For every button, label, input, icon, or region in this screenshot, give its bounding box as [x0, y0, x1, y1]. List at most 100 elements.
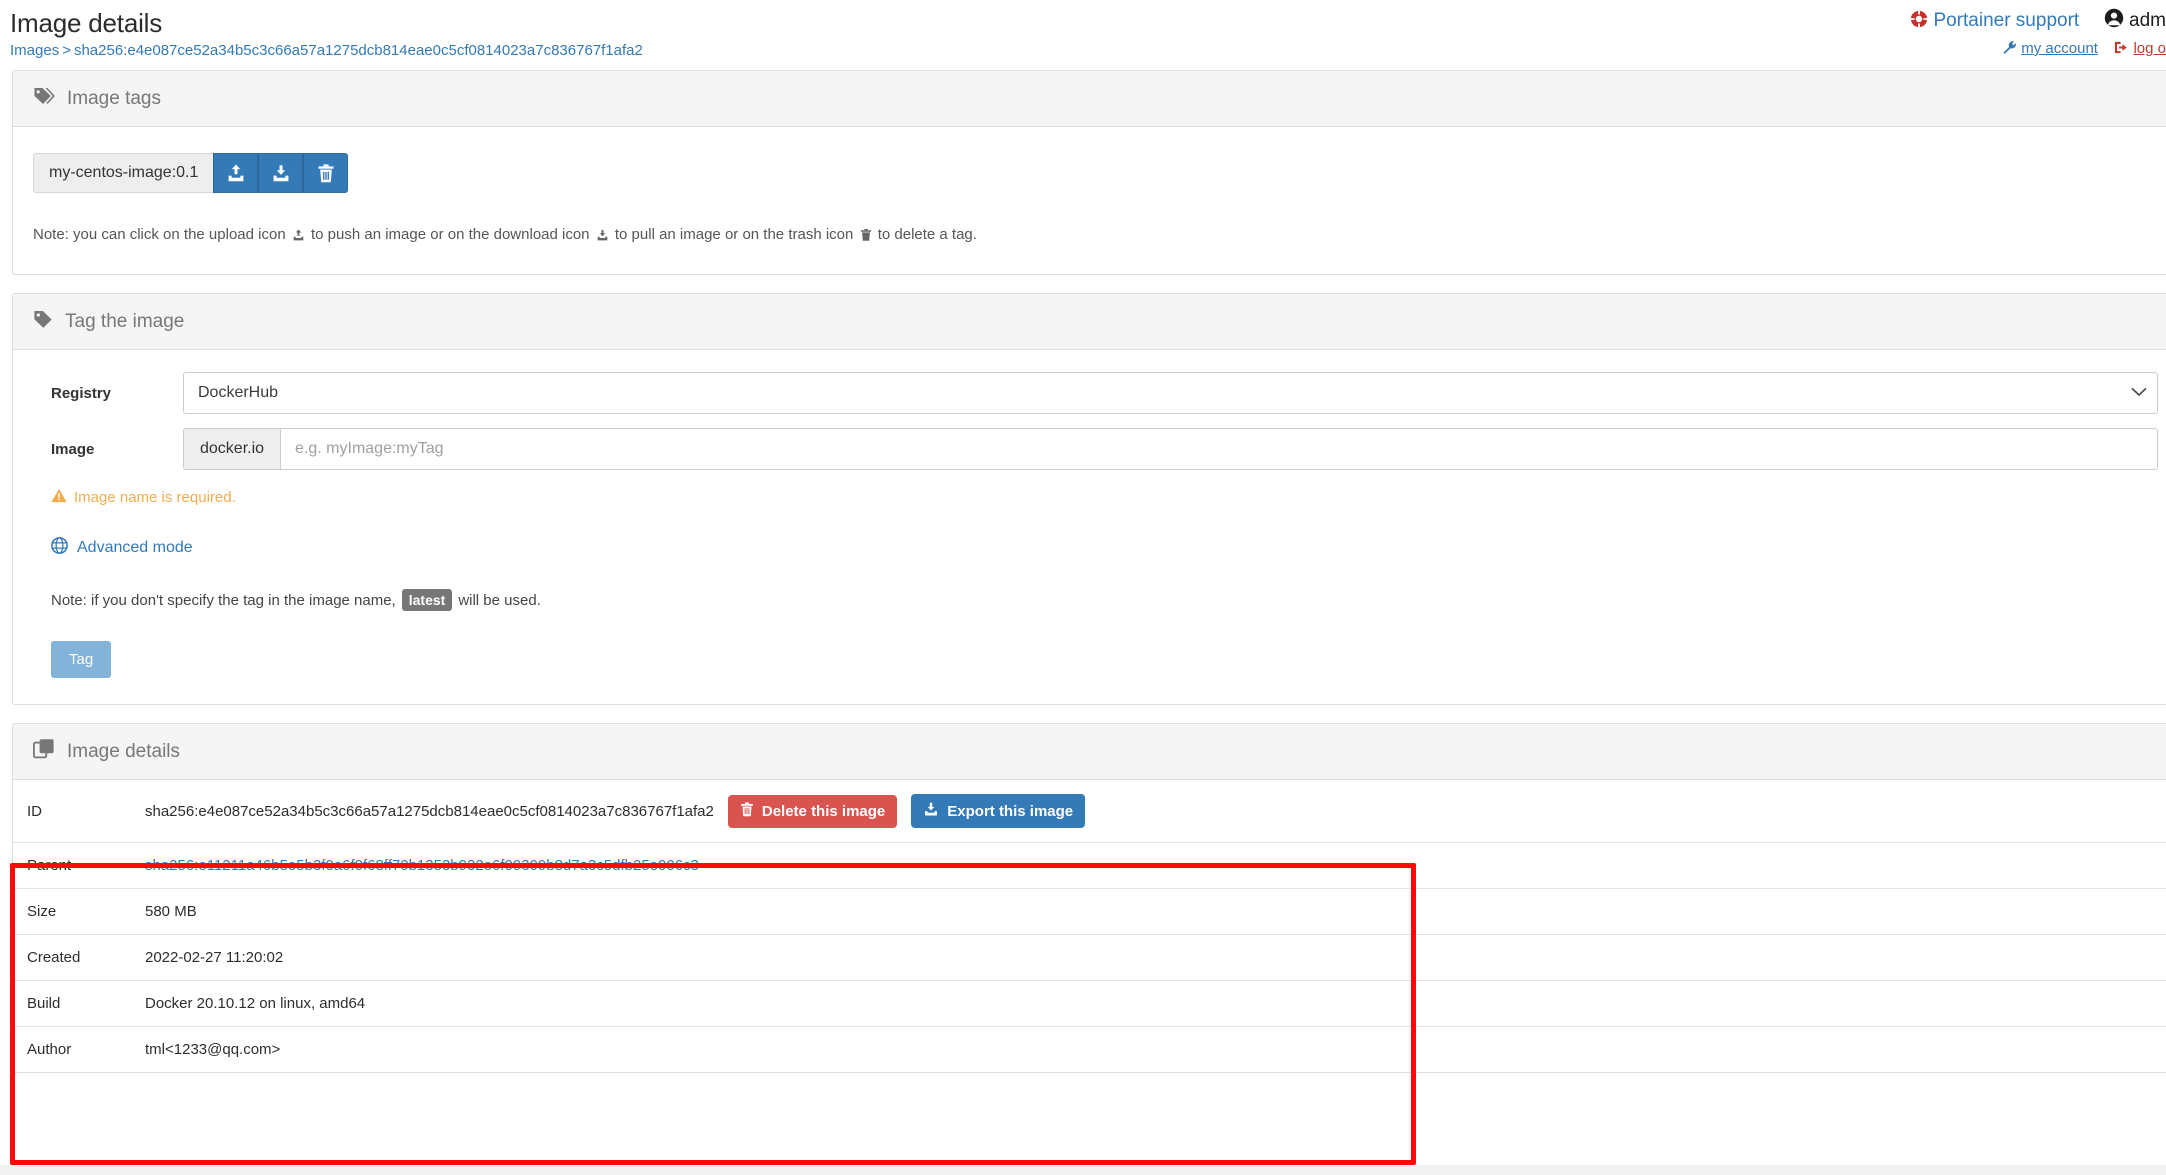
username-label: adm [2129, 10, 2166, 31]
table-row: Created 2022-02-27 11:20:02 [13, 935, 2166, 981]
table-row: Build Docker 20.10.12 on linux, amd64 [13, 981, 2166, 1027]
page-bottom-strip [0, 1165, 2166, 1175]
tag-image-panel-heading: Tag the image [13, 294, 2166, 350]
row-key-size: Size [27, 903, 57, 920]
image-tags-panel: Image tags my-centos-image:0.1 Note: you… [12, 70, 2166, 275]
image-tags-note: Note: you can click on the upload icon t… [33, 225, 2158, 248]
image-label: Image [51, 440, 95, 458]
portainer-support-link[interactable]: Portainer support [1933, 10, 2079, 31]
delete-image-button-label: Delete this image [761, 802, 886, 820]
delete-tag-button[interactable] [303, 153, 349, 193]
image-tag-value: my-centos-image:0.1 [33, 153, 214, 193]
note-part-4: to delete a tag. [877, 226, 977, 243]
row-key-parent: Parent [27, 857, 72, 874]
upload-icon [228, 164, 244, 182]
image-name-error-text: Image name is required. [74, 489, 236, 506]
pull-tag-button[interactable] [258, 153, 304, 193]
image-details-panel-title: Image details [67, 740, 181, 762]
layers-icon [32, 738, 55, 765]
image-details-panel-heading: Image details [13, 724, 2166, 780]
tag-image-panel-title: Tag the image [65, 310, 185, 332]
image-id-text: sha256:e4e087ce52a34b5c3c66a57a1275dcb81… [145, 802, 714, 820]
logout-icon [2114, 39, 2129, 63]
globe-icon [51, 537, 68, 559]
download-icon-inline [596, 228, 609, 248]
tag-submit-button[interactable]: Tag [51, 641, 112, 678]
table-row: Author tml<1233@qq.com> [13, 1027, 2166, 1073]
header-right-cluster: Portainer support adm my account log o [1846, 8, 2166, 63]
push-tag-button[interactable] [213, 153, 259, 193]
warning-triangle-icon [51, 488, 67, 507]
image-form-row: Image docker.io [33, 428, 2158, 470]
image-tags-panel-title: Image tags [67, 87, 161, 109]
download-icon [923, 801, 939, 821]
id-cell: sha256:e4e087ce52a34b5c3c66a57a1275dcb81… [145, 794, 2166, 828]
note-part-3: to pull an image or on the trash icon [614, 226, 854, 243]
table-row: Parent sha256:e11211a46b5e5b3f0a6f0f68ff… [13, 843, 2166, 889]
header-bottom-row: my account log o [1846, 37, 2166, 63]
trash-icon [740, 801, 754, 821]
table-row: Size 580 MB [13, 889, 2166, 935]
row-value-author: tml<1233@qq.com> [145, 1041, 281, 1058]
image-tags-panel-heading: Image tags [13, 71, 2166, 127]
registry-label: Registry [51, 384, 112, 402]
row-key-author: Author [27, 1041, 72, 1058]
page-root: Image details Images > sha256:e4e087ce52a3… [0, 0, 2166, 1175]
image-control-wrap: docker.io [183, 428, 2158, 470]
image-tags-panel-body: my-centos-image:0.1 Note: you can click … [13, 127, 2166, 274]
note-part-1: Note: you can click on the upload icon [33, 226, 286, 243]
breadcrumb-current-image[interactable]: sha256:e4e087ce52a34b5c3c66a57a1275dcb81… [74, 42, 643, 59]
chevron-down-icon [2131, 384, 2147, 402]
my-account-link[interactable]: my account [2021, 40, 2098, 57]
tag-image-panel-body: Registry DockerHub Image docker.io e.g. … [13, 350, 2166, 704]
breadcrumb-separator: > [62, 42, 71, 59]
delete-image-button[interactable]: Delete this image [727, 794, 898, 828]
upload-icon-inline [292, 228, 305, 248]
user-avatar-icon [2104, 8, 2124, 36]
image-input-group: docker.io [183, 428, 2158, 470]
parent-image-link[interactable]: sha256:e11211a46b5e5b3f0a6f0f68ff70b1353… [145, 857, 699, 874]
page-title: Image details [10, 8, 163, 38]
row-key-build: Build [27, 995, 61, 1012]
export-image-button-label: Export this image [947, 802, 1074, 820]
tag-icon [33, 309, 53, 335]
lifering-icon [1910, 10, 1928, 36]
note-part-2: to push an image or on the download icon [311, 226, 590, 243]
registry-select[interactable]: DockerHub [183, 372, 2158, 414]
latest-note-suffix: will be used. [458, 591, 541, 609]
latest-tag-chip: latest [401, 589, 453, 611]
advanced-mode-row: Advanced mode [51, 537, 2158, 559]
row-value-parent: sha256:e11211a46b5e5b3f0a6f0f68ff70b1353… [135, 843, 2166, 889]
table-row: ID sha256:e4e087ce52a34b5c3c66a57a1275dc… [13, 780, 2166, 843]
image-details-panel-body: ID sha256:e4e087ce52a34b5c3c66a57a1275dc… [13, 780, 2166, 1072]
image-name-error: Image name is required. [51, 488, 2158, 507]
trash-icon [318, 163, 334, 182]
tags-icon [33, 86, 55, 112]
breadcrumb-images-link[interactable]: Images [10, 42, 59, 59]
logout-link[interactable]: log o [2133, 40, 2166, 57]
wrench-icon [2002, 39, 2017, 63]
row-key-created: Created [27, 949, 81, 966]
image-tag-item: my-centos-image:0.1 [33, 153, 349, 193]
page-header: Image details Images > sha256:e4e087ce52a3… [0, 0, 2166, 70]
registry-control-wrap: DockerHub [183, 372, 2158, 414]
row-value-id: sha256:e4e087ce52a34b5c3c66a57a1275dcb81… [135, 780, 2166, 843]
latest-note-prefix: Note: if you don't specify the tag in th… [51, 591, 396, 609]
header-top-row: Portainer support adm [1846, 8, 2166, 36]
image-details-table: ID sha256:e4e087ce52a34b5c3c66a57a1275dc… [13, 780, 2166, 1072]
latest-tag-note: Note: if you don't specify the tag in th… [51, 589, 2158, 611]
breadcrumb: Images > sha256:e4e087ce52a34b5c3c66a57a12… [10, 40, 2166, 62]
export-image-button[interactable]: Export this image [911, 794, 1086, 828]
image-details-panel: Image details ID sha256:e4e087ce52a34b5c… [12, 723, 2166, 1073]
registry-selected-value: DockerHub [198, 384, 279, 401]
trash-icon-inline [860, 228, 872, 248]
row-key-id: ID [27, 802, 42, 820]
row-value-created: 2022-02-27 11:20:02 [145, 949, 284, 966]
row-value-build: Docker 20.10.12 on linux, amd64 [145, 995, 366, 1012]
row-value-size: 580 MB [145, 903, 197, 920]
image-name-input[interactable] [280, 428, 2158, 470]
advanced-mode-link[interactable]: Advanced mode [77, 539, 193, 557]
registry-domain-addon: docker.io [183, 428, 281, 470]
tag-image-panel: Tag the image Registry DockerHub Image d… [12, 293, 2166, 705]
registry-form-row: Registry DockerHub [33, 372, 2158, 414]
